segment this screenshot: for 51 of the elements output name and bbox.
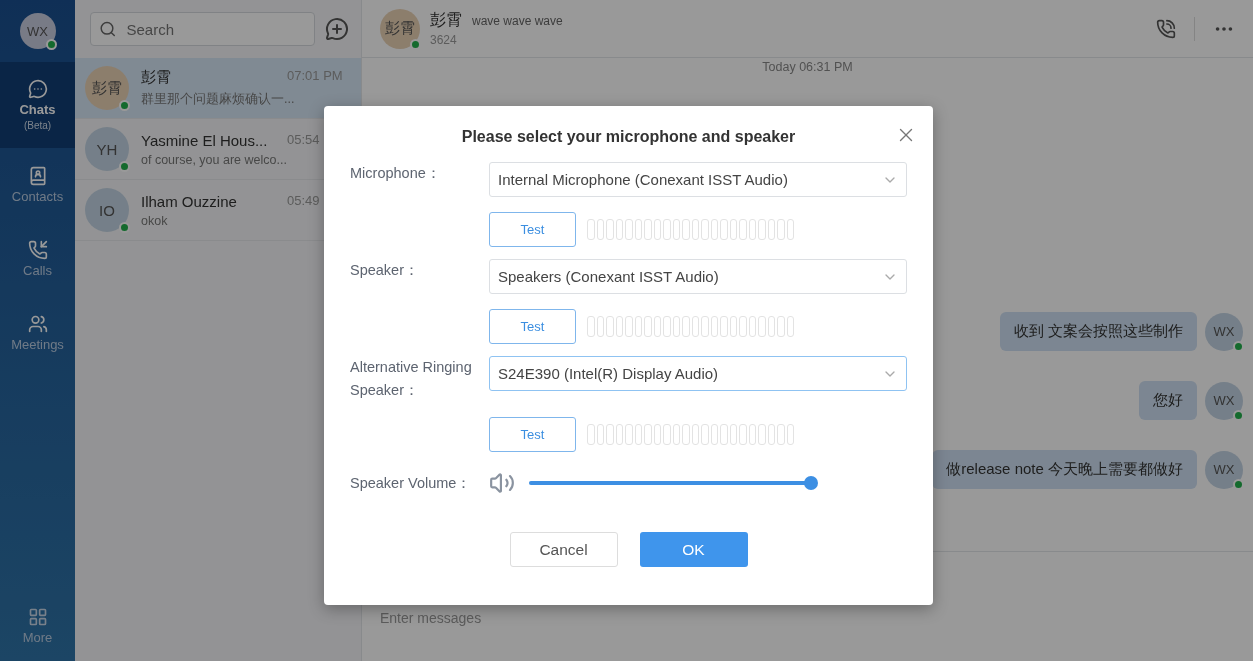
extension-number: 3624 xyxy=(430,33,458,47)
avatar: WX xyxy=(1205,450,1243,489)
message-time: 05:49 xyxy=(287,192,321,210)
test-button[interactable]: Test xyxy=(489,212,576,247)
speaker-icon xyxy=(489,470,515,496)
meetings-icon xyxy=(27,314,48,334)
device-select[interactable]: S24E390 (Intel(R) Display Audio) xyxy=(489,356,907,391)
search-icon xyxy=(99,19,117,39)
calls-icon xyxy=(27,240,48,260)
message-bubble: 做release note 今天晚上需要都做好 xyxy=(932,450,1197,489)
cancel-button[interactable]: Cancel xyxy=(509,532,618,567)
device-select[interactable]: Speakers (Conexant ISST Audio) xyxy=(489,259,907,294)
message-bubble: 您好 xyxy=(1139,381,1197,420)
contact-name: 彭霄 xyxy=(141,68,172,87)
avatar: WX xyxy=(1205,381,1243,420)
message-preview: okok xyxy=(141,213,169,228)
grid-icon xyxy=(27,607,48,627)
nav-sublabel: (Beta) xyxy=(23,120,52,131)
avatar: WX xyxy=(1205,312,1243,351)
avatar: IO xyxy=(85,188,129,232)
device-select[interactable]: Internal Microphone (Conexant ISST Audio) xyxy=(489,162,907,197)
user-avatar[interactable]: WX xyxy=(19,13,56,49)
dialog-title: Please select your microphone and speaker xyxy=(460,128,797,147)
message-preview: of course, you are welco... xyxy=(141,152,288,167)
more-nav-item[interactable]: More xyxy=(0,591,75,661)
slider-thumb[interactable] xyxy=(804,476,818,490)
field-label: Alternative Ringing Speaker： xyxy=(350,358,473,400)
field-label: Speaker Volume： xyxy=(350,473,473,493)
nav-item[interactable]: Contacts xyxy=(0,148,75,222)
contact-name: 彭霄 xyxy=(430,11,462,28)
avatar: 彭霄 xyxy=(380,8,420,49)
test-button[interactable]: Test xyxy=(489,417,576,452)
call-icon[interactable] xyxy=(1156,18,1176,39)
contact-name: Yasmine El Hous... xyxy=(141,131,269,149)
message-time: 05:54 xyxy=(287,131,321,149)
avatar: 彭霄 xyxy=(85,66,129,110)
ok-button[interactable]: OK xyxy=(639,532,748,567)
message-bubble: 收到 文案会按照这些制作 xyxy=(999,312,1197,351)
test-button[interactable]: Test xyxy=(489,309,576,344)
field-label: Speaker： xyxy=(350,261,420,280)
nav-item[interactable]: Chats (Beta) xyxy=(0,62,75,148)
new-chat-icon[interactable] xyxy=(325,17,349,41)
search-input[interactable]: Search xyxy=(124,15,306,43)
nav-item[interactable]: Calls xyxy=(0,222,75,296)
avatar: YH xyxy=(85,127,129,171)
contact-name: Ilham Ouzzine xyxy=(141,192,238,210)
chats-icon xyxy=(27,79,48,99)
status-text: wave wave wave xyxy=(472,14,563,28)
date-label: Today 06:31 PM xyxy=(762,60,853,74)
nav-item[interactable]: Meetings xyxy=(0,296,75,370)
search-field[interactable]: Search xyxy=(90,12,315,46)
